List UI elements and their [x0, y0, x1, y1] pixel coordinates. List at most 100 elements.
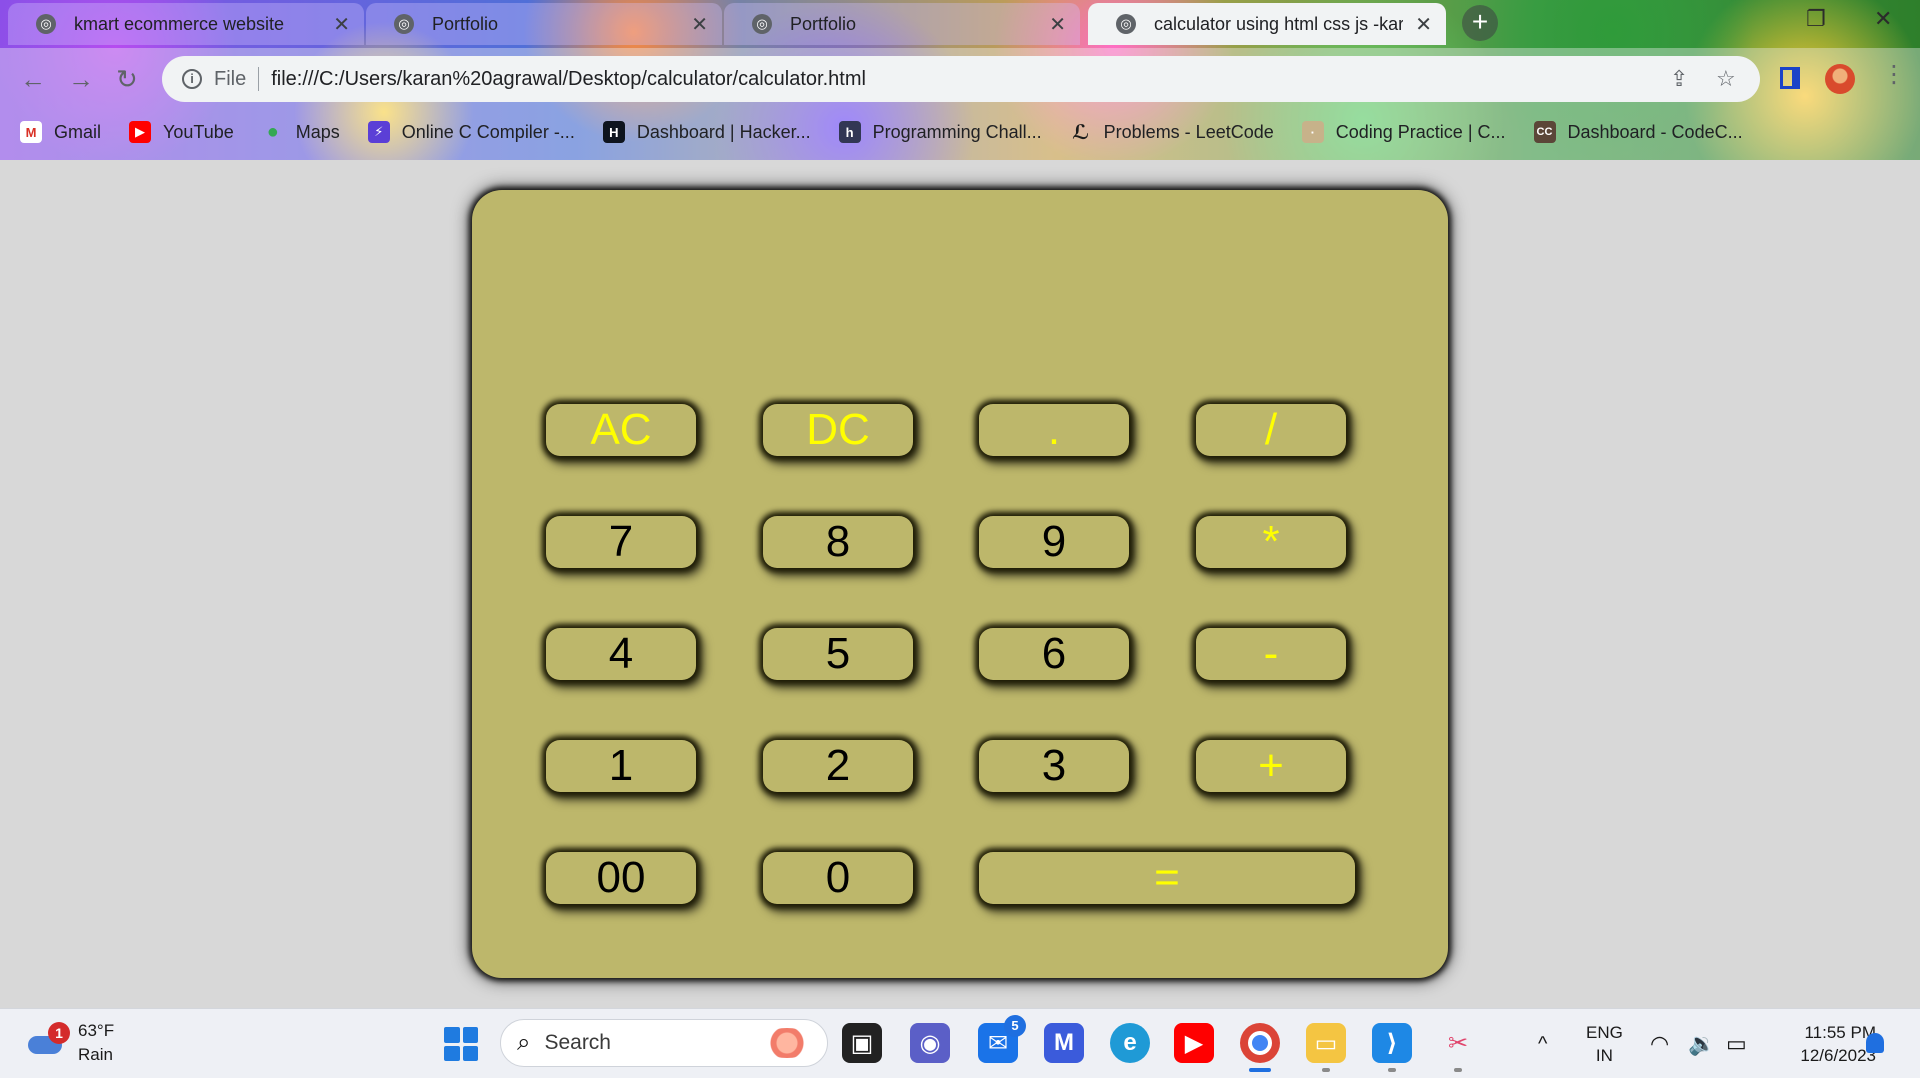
key-6[interactable]: 6: [979, 628, 1129, 680]
url-text[interactable]: file:///C:/Users/karan%20agrawal/Desktop…: [271, 68, 866, 91]
address-bar[interactable]: i File file:///C:/Users/karan%20agrawal/…: [162, 56, 1760, 102]
volume-icon[interactable]: 🔉: [1688, 1009, 1715, 1078]
reload-icon[interactable]: ↻: [116, 64, 138, 95]
file-explorer-icon[interactable]: ▭: [1306, 1023, 1346, 1072]
studio-icon[interactable]: M: [1044, 1023, 1084, 1063]
mail-badge: 5: [1004, 1015, 1026, 1037]
bookmark-maps[interactable]: ● Maps: [262, 121, 340, 143]
close-icon[interactable]: ✕: [1415, 12, 1432, 37]
close-icon[interactable]: ✕: [1049, 12, 1066, 37]
wifi-icon[interactable]: ◠: [1650, 1009, 1669, 1078]
key-all-clear[interactable]: AC: [546, 404, 696, 456]
close-icon[interactable]: ✕: [333, 12, 350, 37]
bookmark-hackerearth[interactable]: h Programming Chall...: [838, 121, 1042, 143]
tab-strip: ◎ kmart ecommerce website ✕ ◎ Portfolio …: [0, 0, 1920, 48]
back-arrow-icon[interactable]: ←: [20, 64, 46, 95]
clock[interactable]: 11:55 PM 12/6/2023: [1770, 1021, 1876, 1067]
bookmark-label: Gmail: [54, 121, 102, 142]
side-panel-icon[interactable]: [1780, 67, 1800, 89]
hackerearth-icon: h: [838, 121, 861, 143]
tab-title: kmart ecommerce website: [74, 13, 285, 34]
weather-condition: Rain: [78, 1045, 113, 1064]
windows-start-icon[interactable]: [444, 1027, 478, 1061]
key-2[interactable]: 2: [763, 740, 913, 792]
bookmark-coding-practice[interactable]: · Coding Practice | C...: [1301, 121, 1506, 143]
language-indicator[interactable]: ENG IN: [1586, 1021, 1623, 1067]
bookmark-youtube[interactable]: ▶ YouTube: [129, 121, 234, 143]
leetcode-icon: ℒ: [1072, 121, 1090, 144]
key-subtract[interactable]: -: [1196, 628, 1346, 680]
tab-kmart[interactable]: ◎ kmart ecommerce website ✕: [8, 3, 364, 45]
key-multiply[interactable]: *: [1196, 516, 1346, 568]
key-double-zero[interactable]: 00: [546, 852, 696, 904]
notification-bell-icon[interactable]: [1866, 1033, 1884, 1053]
chrome-icon[interactable]: [1240, 1023, 1280, 1072]
task-view-icon[interactable]: ▣: [842, 1023, 882, 1063]
key-equals[interactable]: =: [979, 852, 1355, 904]
window-close-icon[interactable]: ✕: [1874, 6, 1892, 32]
new-tab-button[interactable]: +: [1462, 5, 1498, 41]
edge-browser-icon[interactable]: e: [1110, 1023, 1150, 1063]
bookmark-label: Problems - LeetCode: [1103, 121, 1274, 142]
key-divide[interactable]: /: [1196, 404, 1346, 456]
key-delete[interactable]: DC: [763, 404, 913, 456]
close-icon[interactable]: ✕: [691, 12, 708, 37]
bookmark-compiler[interactable]: ⚡ Online C Compiler -...: [367, 121, 575, 143]
search-icon: ⌕: [517, 1029, 531, 1056]
key-decimal[interactable]: .: [979, 404, 1129, 456]
rain-cloud-icon: 1: [26, 1022, 70, 1058]
bookmark-gmail[interactable]: M Gmail: [20, 121, 101, 143]
tab-portfolio-1[interactable]: ◎ Portfolio ✕: [366, 3, 722, 45]
menu-kebab-icon[interactable]: ⋮: [1882, 60, 1906, 89]
key-5[interactable]: 5: [763, 628, 913, 680]
bookmark-leetcode[interactable]: ℒ Problems - LeetCode: [1070, 121, 1274, 144]
bookmark-codechef[interactable]: CC Dashboard - CodeC...: [1533, 121, 1743, 143]
tab-calculator[interactable]: ◎ calculator using html css js -kara ✕: [1088, 3, 1446, 45]
notification-badge: 1: [48, 1022, 70, 1044]
key-add[interactable]: +: [1196, 740, 1346, 792]
snipping-tool-icon[interactable]: ✂: [1438, 1023, 1478, 1072]
tab-portfolio-2[interactable]: ◎ Portfolio ✕: [724, 3, 1080, 45]
clock-time: 11:55 PM: [1804, 1023, 1876, 1042]
bookmarks-bar: M Gmail ▶ YouTube ● Maps ⚡ Online C Comp…: [0, 112, 1920, 152]
screen: ◎ kmart ecommerce website ✕ ◎ Portfolio …: [0, 0, 1920, 1078]
youtube-app-icon[interactable]: ▶: [1174, 1023, 1214, 1063]
tab-title: Portfolio: [790, 13, 857, 34]
bookmark-hackerrank[interactable]: H Dashboard | Hacker...: [602, 121, 811, 143]
bookmark-label: Dashboard | Hacker...: [636, 121, 811, 142]
mail-icon[interactable]: ✉ 5: [978, 1015, 1026, 1063]
bookmark-star-icon[interactable]: ☆: [1716, 66, 1736, 92]
bookmark-label: Coding Practice | C...: [1335, 121, 1506, 142]
scheme-label: File: [214, 67, 247, 90]
globe-icon: ◎: [36, 14, 56, 34]
battery-icon[interactable]: ▭: [1726, 1009, 1747, 1078]
key-7[interactable]: 7: [546, 516, 696, 568]
taskbar: 1 63°F Rain ⌕ Search ▣ ◉ ✉ 5 M e ▶ ▭ ⟩ ✂…: [0, 1008, 1920, 1078]
key-0[interactable]: 0: [763, 852, 913, 904]
globe-icon: ◎: [1116, 14, 1136, 34]
key-3[interactable]: 3: [979, 740, 1129, 792]
bookmark-label: YouTube: [163, 121, 234, 142]
toolbar: ← → ↻ i File file:///C:/Users/karan%20ag…: [0, 48, 1920, 160]
taskbar-search[interactable]: ⌕ Search: [500, 1019, 828, 1067]
tab-title: Portfolio: [432, 13, 499, 34]
clock-date: 12/6/2023: [1800, 1046, 1876, 1065]
share-icon[interactable]: ⇪: [1670, 66, 1688, 92]
weather-text: 63°F Rain: [78, 1019, 114, 1067]
restore-icon[interactable]: ❐: [1806, 6, 1826, 32]
weather-widget[interactable]: 1 63°F Rain: [26, 1019, 114, 1067]
globe-icon: ◎: [752, 14, 772, 34]
chevron-up-icon[interactable]: ^: [1538, 1009, 1547, 1078]
forward-arrow-icon[interactable]: →: [68, 64, 94, 95]
key-8[interactable]: 8: [763, 516, 913, 568]
info-icon[interactable]: i: [182, 69, 202, 89]
vscode-icon[interactable]: ⟩: [1372, 1023, 1412, 1072]
key-9[interactable]: 9: [979, 516, 1129, 568]
bookmark-label: Programming Chall...: [872, 121, 1042, 142]
globe-icon: ◎: [394, 14, 414, 34]
key-4[interactable]: 4: [546, 628, 696, 680]
key-1[interactable]: 1: [546, 740, 696, 792]
teams-chat-icon[interactable]: ◉: [910, 1023, 950, 1063]
profile-avatar[interactable]: [1825, 64, 1855, 94]
codingpractice-icon: ·: [1301, 121, 1324, 143]
